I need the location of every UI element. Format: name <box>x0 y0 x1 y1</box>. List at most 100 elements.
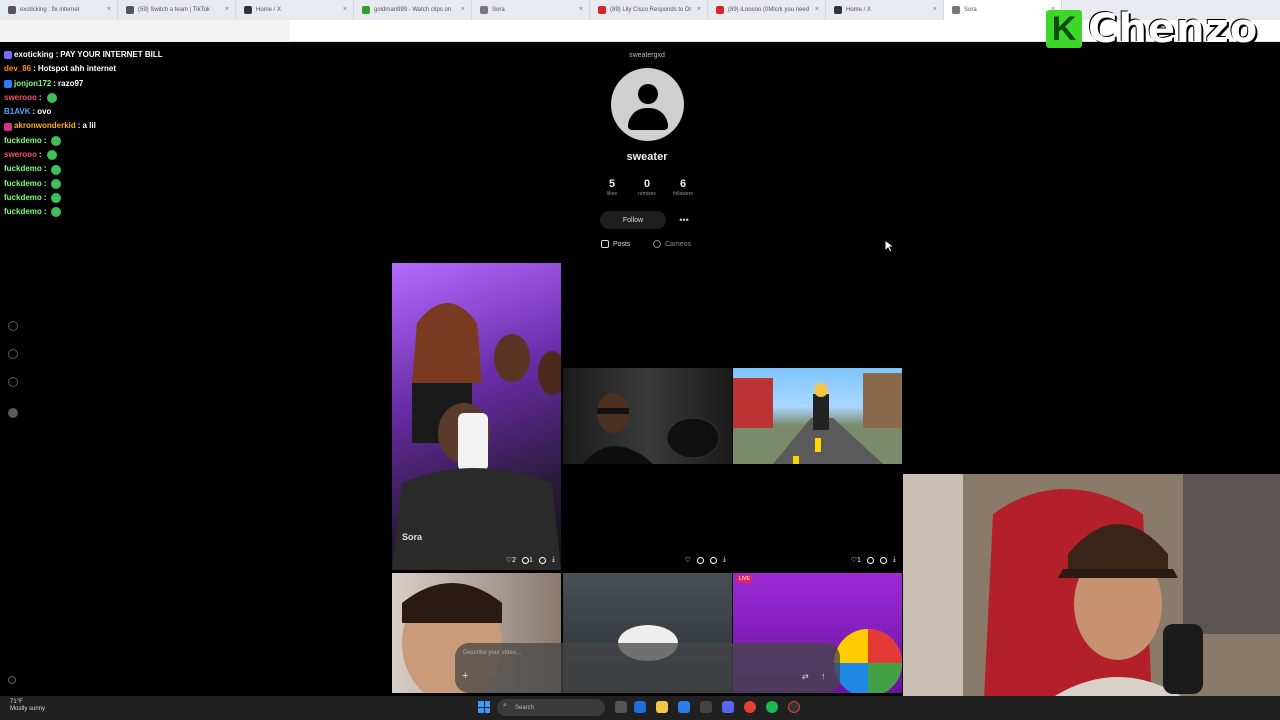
chat-separator: : <box>32 107 36 117</box>
chat-message: fuckdemo : <box>4 205 284 219</box>
post-tile[interactable] <box>563 368 732 464</box>
profile-icon[interactable] <box>8 408 18 418</box>
edge-browser-icon[interactable] <box>678 701 690 713</box>
more-options-button[interactable]: ••• <box>674 211 694 229</box>
browser-tab[interactable]: Home / X × <box>826 0 944 20</box>
remix-icon[interactable] <box>538 556 546 564</box>
spotify-icon[interactable] <box>766 701 778 713</box>
browser-tab[interactable]: (89) Lily Cisco Responds to Dr × <box>590 0 708 20</box>
download-icon[interactable]: ⤓ <box>552 556 555 564</box>
app-icon[interactable] <box>788 701 800 713</box>
comment-icon[interactable] <box>866 556 874 564</box>
chat-username[interactable]: swerooo <box>4 148 37 162</box>
weather-widget[interactable]: 71°F Mostly sunny <box>10 699 45 713</box>
chat-username[interactable]: dev_86 <box>4 62 31 76</box>
post-thumbnail <box>583 393 720 464</box>
chat-separator: : <box>38 150 42 160</box>
download-icon[interactable]: ⤓ <box>893 556 896 564</box>
start-button[interactable] <box>478 701 490 713</box>
browser-tab[interactable]: Home / X × <box>236 0 354 20</box>
settings-icon[interactable] <box>8 676 16 684</box>
send-button[interactable]: ↑ <box>821 671 826 681</box>
close-tab-icon[interactable]: × <box>579 6 583 13</box>
chat-username[interactable]: exoticking <box>14 48 54 62</box>
file-explorer-icon[interactable] <box>656 701 668 713</box>
activity-icon[interactable] <box>8 377 18 387</box>
close-tab-icon[interactable]: × <box>697 6 701 13</box>
browser-tab[interactable]: exoticking : fix internet × <box>0 0 118 20</box>
chat-username[interactable]: fuckdemo <box>4 191 42 205</box>
store-icon[interactable] <box>700 701 712 713</box>
chat-emote-icon <box>51 207 62 218</box>
chat-separator: : <box>43 207 47 217</box>
chat-username[interactable]: akronwonderkid <box>14 119 76 133</box>
chat-text: ovo <box>37 107 52 117</box>
logo-name: Chenzo <box>1088 6 1259 52</box>
close-tab-icon[interactable]: × <box>107 6 111 13</box>
remix-icon[interactable] <box>709 556 717 564</box>
tab-label: Sora <box>964 7 977 13</box>
logo-k-mark: K <box>1046 10 1082 48</box>
chat-text: PAY YOUR INTERNET BILL <box>60 50 163 59</box>
heart-icon[interactable]: ♡ 2 <box>506 556 516 565</box>
prompt-input[interactable]: Describe your video... <box>463 650 521 656</box>
taskbar-search[interactable]: ⌕ Search <box>497 699 605 716</box>
chat-username[interactable]: jonjon172 <box>14 77 51 91</box>
heart-icon[interactable]: ♡ 1 <box>851 556 861 565</box>
close-tab-icon[interactable]: × <box>461 6 465 13</box>
chat-username[interactable]: swerooo <box>4 91 37 105</box>
chat-message: akronwonderkid : a lil <box>4 119 284 133</box>
chat-username[interactable]: fuckdemo <box>4 162 42 176</box>
stat-followers: 6 followers <box>663 178 703 197</box>
chat-text: a lil <box>82 121 96 131</box>
chat-message: fuckdemo : <box>4 177 284 191</box>
chat-separator: : <box>55 50 59 59</box>
chat-message: exoticking : PAY YOUR INTERNET BILL <box>4 48 284 62</box>
chat-username[interactable]: fuckdemo <box>4 205 42 219</box>
close-tab-icon[interactable]: × <box>343 6 347 13</box>
close-tab-icon[interactable]: × <box>225 6 229 13</box>
chrome-icon[interactable] <box>744 701 756 713</box>
tab-cameos[interactable]: Cameos <box>653 240 691 248</box>
browser-tab[interactable]: Sora× <box>472 0 590 20</box>
download-icon[interactable]: ⤓ <box>723 556 726 564</box>
close-tab-icon[interactable]: × <box>815 6 819 13</box>
chat-separator: : <box>43 192 47 202</box>
sora-watermark: Sora <box>402 532 423 542</box>
prompt-composer[interactable]: Describe your video... + ⇄ ↑ <box>455 643 840 693</box>
chat-text: razo97 <box>58 78 84 88</box>
browser-tab[interactable]: Sora× <box>944 0 1062 20</box>
heart-icon[interactable]: ♡ <box>685 556 691 564</box>
tab-favicon-icon <box>598 6 606 14</box>
chat-username[interactable]: fuckdemo <box>4 134 42 148</box>
search-icon[interactable] <box>8 349 18 359</box>
chat-username[interactable]: B1AVK <box>4 105 31 119</box>
comment-icon[interactable]: 1 <box>521 556 533 564</box>
tab-favicon-icon <box>716 6 724 14</box>
chat-emote-icon <box>51 193 62 204</box>
settings-toggle-icon[interactable]: ⇄ <box>802 672 809 681</box>
tab-label: (89) Lily Cisco Responds to Dr <box>610 7 692 13</box>
browser-tab[interactable]: (59) Switch a team | TikTok × <box>118 0 236 20</box>
browser-tab[interactable]: (89) iLoosoo (0Mlcrk you need × <box>708 0 826 20</box>
remix-icon[interactable] <box>879 556 887 564</box>
tab-label: Cameos <box>665 240 692 248</box>
tab-posts[interactable]: Posts <box>601 240 631 248</box>
chat-username[interactable]: fuckdemo <box>4 177 42 191</box>
browser-tab[interactable]: goldman999 - Watch clips on × <box>354 0 472 20</box>
task-view-icon[interactable] <box>615 701 627 713</box>
post-tile[interactable] <box>733 368 902 464</box>
user-icon-head <box>638 84 658 104</box>
post-tile[interactable]: Sora ♡ 2 1 ⤓ <box>392 263 561 570</box>
chat-header-strip <box>0 20 290 42</box>
streamer-logo: K Chenzo <box>1046 6 1258 52</box>
comment-icon[interactable] <box>696 556 704 564</box>
chat-emote-icon <box>51 135 62 146</box>
chat-badge-icon <box>4 122 12 131</box>
discord-icon[interactable] <box>722 701 734 713</box>
home-icon[interactable] <box>8 321 18 331</box>
add-media-button[interactable]: + <box>462 670 468 682</box>
close-tab-icon[interactable]: × <box>933 6 937 13</box>
edge-icon[interactable] <box>634 701 646 713</box>
follow-button[interactable]: Follow <box>600 211 666 229</box>
